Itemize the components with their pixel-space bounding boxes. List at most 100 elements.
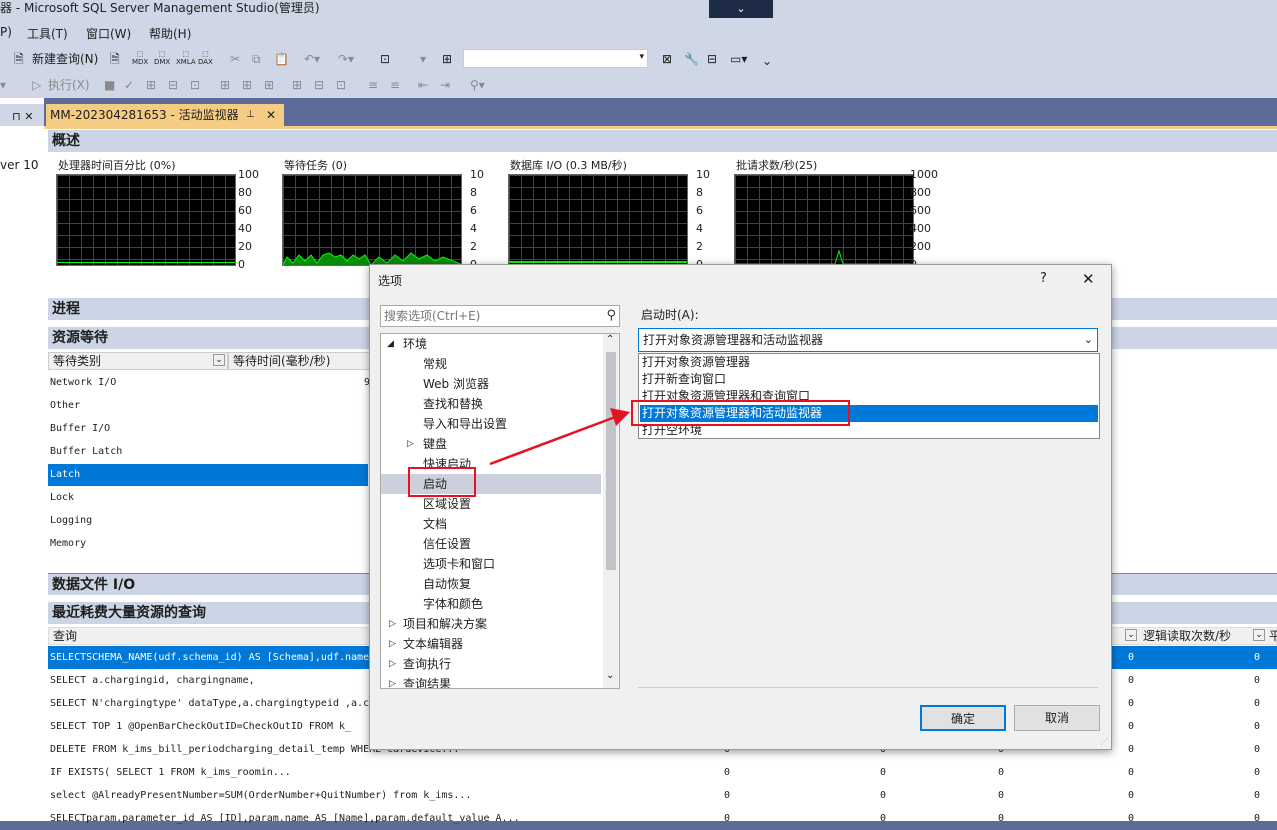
query-row[interactable]: SELECTparam.parameter_id AS [ID],param.n… <box>48 807 1277 830</box>
chevron-down-icon[interactable]: ⌄ <box>709 0 773 18</box>
tree-item[interactable]: 查询执行 <box>403 654 451 674</box>
mdx-query-button[interactable]: ⬚ MDX <box>132 50 148 66</box>
tree-item[interactable]: 区域设置 <box>423 494 471 514</box>
col-logical-reads[interactable]: 逻辑读取次数/秒 <box>1143 628 1231 644</box>
object-explorer-icon[interactable]: ⊠ <box>662 52 672 66</box>
tree-item[interactable]: 信任设置 <box>423 534 471 554</box>
activity-monitor-icon[interactable]: ⊡ <box>380 52 390 66</box>
include-plan-icon[interactable]: ⊞ <box>242 78 252 92</box>
expand-icon[interactable]: ▷ <box>389 614 396 634</box>
results-icon[interactable]: ⊞ <box>146 78 156 92</box>
cut-icon[interactable]: ✂ <box>230 52 240 66</box>
intellisense-icon[interactable]: ⚲▾ <box>470 78 485 92</box>
wait-row[interactable]: Buffer I/O <box>50 418 370 440</box>
col-partial[interactable]: 平 <box>1269 628 1277 644</box>
pane-header-icons[interactable]: ᅟ⊓ ✕ <box>2 110 33 123</box>
dropdown-option[interactable]: 打开新查询窗口 <box>640 371 1098 388</box>
expand-icon[interactable]: ▷ <box>389 634 396 654</box>
paste-icon[interactable]: 📋 <box>274 52 289 66</box>
col-wait-type[interactable]: 等待类别 ⌄ <box>48 352 228 370</box>
outdent-icon[interactable]: ⇤ <box>418 78 428 92</box>
wrench-icon[interactable]: 🔧 <box>684 52 699 66</box>
tree-item[interactable]: 键盘 <box>423 434 447 454</box>
ok-button[interactable]: 确定 <box>920 705 1006 731</box>
wait-row[interactable]: Buffer Latch <box>50 441 370 463</box>
dropdown-arrow-icon[interactable]: ▾ <box>0 78 6 92</box>
wait-row[interactable]: Network I/O <box>50 372 370 394</box>
tree-item[interactable]: 字体和颜色 <box>423 594 483 614</box>
expand-icon[interactable]: ▷ <box>389 654 396 674</box>
statistics-icon[interactable]: ⊡ <box>190 78 200 92</box>
results-grid-icon[interactable]: ⊞ <box>292 78 302 92</box>
results-file-icon[interactable]: ⊟ <box>314 78 324 92</box>
menu-window[interactable]: 窗口(W) <box>86 25 131 42</box>
toolbox-icon[interactable]: ⊟ <box>707 52 717 66</box>
wait-row[interactable]: Other <box>50 395 370 417</box>
overview-header[interactable]: 概述 <box>48 130 1277 152</box>
filter-icon[interactable]: ⌄ <box>213 354 225 366</box>
stop-icon[interactable]: ■ <box>104 78 115 92</box>
tree-item[interactable]: 查找和替换 <box>423 394 483 414</box>
close-icon[interactable]: ✕ <box>1082 270 1095 288</box>
wait-row[interactable]: Logging <box>50 510 370 532</box>
redo-icon[interactable]: ↷▾ <box>338 52 354 66</box>
expand-icon[interactable]: ▷ <box>389 674 396 688</box>
results-text-icon[interactable]: ⊞ <box>264 78 274 92</box>
menu-help[interactable]: 帮助(H) <box>149 25 191 42</box>
col-wait-time[interactable]: 等待时间(毫秒/秒) <box>228 352 378 370</box>
xmla-query-button[interactable]: ⬚ XMLA <box>176 50 196 66</box>
filter-icon[interactable]: ⌄ <box>1253 629 1265 641</box>
chevron-down-icon[interactable]: ⌄ <box>1084 329 1093 351</box>
filter-icon[interactable]: ⌄ <box>1125 629 1137 641</box>
tree-item[interactable]: 自动恢复 <box>423 574 471 594</box>
tree-item[interactable]: 文本编辑器 <box>403 634 463 654</box>
file-icon[interactable]: 🗎 <box>110 52 120 66</box>
cancel-button[interactable]: 取消 <box>1014 705 1100 731</box>
new-query-icon[interactable]: 🗎 <box>14 52 24 66</box>
indent-icon[interactable]: ≡ <box>390 78 400 92</box>
dax-query-button[interactable]: ⬚ DAX <box>198 50 213 66</box>
find-icon[interactable]: ⊞ <box>442 52 452 66</box>
help-button[interactable]: ? <box>1040 271 1047 286</box>
col-query[interactable]: 查询 <box>53 629 77 643</box>
tree-item[interactable]: 查询结果 <box>403 674 451 688</box>
menu-tools[interactable]: 工具(T) <box>27 25 68 42</box>
wait-row-selected[interactable]: Latch <box>48 464 368 486</box>
parse-icon[interactable]: ✓ <box>124 78 134 92</box>
scroll-up-icon[interactable]: ⌃ <box>606 334 614 345</box>
search-icon[interactable]: ⚲ <box>606 306 616 326</box>
options-search-input[interactable]: 搜索选项(Ctrl+E) ⚲ <box>380 305 620 327</box>
uncomment-icon[interactable]: ≡ <box>368 78 378 92</box>
comment-icon[interactable]: ⊡ <box>336 78 346 92</box>
toolbar-overflow-icon[interactable]: ⌄ <box>762 54 772 68</box>
tree-item[interactable]: 常规 <box>423 354 447 374</box>
startup-combo[interactable]: 打开对象资源管理器和活动监视器 ⌄ <box>638 328 1098 352</box>
query-row[interactable]: select @AlreadyPresentNumber=SUM(OrderNu… <box>48 784 1277 807</box>
plan-icon[interactable]: ⊟ <box>168 78 178 92</box>
expand-icon[interactable]: ▷ <box>407 434 414 454</box>
menu-partial[interactable]: P) <box>0 25 12 39</box>
toolbar-combo[interactable]: ▾ <box>463 49 648 68</box>
close-icon[interactable]: ✕ <box>266 104 276 126</box>
specify-values-icon[interactable]: ⇥ <box>440 78 450 92</box>
wait-row[interactable]: Memory <box>50 533 370 555</box>
scroll-down-icon[interactable]: ⌄ <box>606 670 614 681</box>
dmx-query-button[interactable]: ⬚ DMX <box>154 50 170 66</box>
tree-scrollbar[interactable]: ⌃ ⌄ <box>603 334 619 688</box>
query-options-icon[interactable]: ⊞ <box>220 78 230 92</box>
copy-icon[interactable]: ⧉ <box>252 52 261 66</box>
undo-icon[interactable]: ↶▾ <box>304 52 320 66</box>
execute-button[interactable]: 执行(X) <box>48 78 90 92</box>
query-row[interactable]: IF EXISTS( SELECT 1 FROM k_ims_roomin...… <box>48 761 1277 784</box>
new-query-button[interactable]: 新建查询(N) <box>32 52 98 66</box>
wait-row[interactable]: Lock <box>50 487 370 509</box>
server-node[interactable]: ver 10 <box>0 158 39 172</box>
dropdown-option[interactable]: 打开对象资源管理器 <box>640 354 1098 371</box>
terminal-icon[interactable]: ▭▾ <box>730 52 747 66</box>
resize-grip-icon[interactable]: ⋰ <box>1100 737 1108 746</box>
tree-item[interactable]: 选项卡和窗口 <box>423 554 495 574</box>
tab-activity-monitor[interactable]: MM-202304281653 - 活动监视器 ⊥ ✕ <box>46 104 284 126</box>
execute-icon[interactable]: ▷ <box>32 78 41 92</box>
tree-item[interactable]: 项目和解决方案 <box>403 614 487 634</box>
collapse-icon[interactable]: ◢ <box>387 334 394 354</box>
